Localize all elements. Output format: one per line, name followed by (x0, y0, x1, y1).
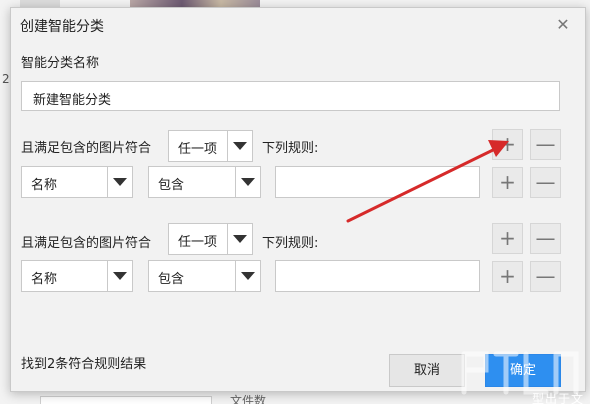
field-select-value: 名称 (31, 272, 58, 287)
rule-group-2-match-select[interactable]: 任一项 (168, 223, 253, 255)
remove-rule-group-button[interactable]: — (530, 129, 561, 160)
match-select-value: 任一项 (178, 142, 218, 157)
rule-group-1-suffix: 下列规则: (262, 141, 319, 156)
background-label: 文件数 (230, 394, 267, 404)
remove-rule-button[interactable]: — (530, 167, 561, 198)
rule-operator-select[interactable]: 包含 (148, 166, 261, 198)
background-side-text: 2 (2, 72, 10, 86)
result-count-text: 找到2条符合规则结果 (21, 357, 147, 372)
add-rule-group-button[interactable]: + (492, 129, 523, 160)
operator-select-value: 包含 (158, 178, 185, 193)
add-rule-button[interactable]: + (492, 261, 523, 292)
rule-field-select[interactable]: 名称 (21, 166, 133, 198)
rule-field-select[interactable]: 名称 (21, 260, 133, 292)
chevron-down-icon (227, 131, 252, 161)
chevron-down-icon (227, 224, 252, 254)
rule-group-2-prefix: 且满足包含的图片符合 (21, 236, 152, 251)
create-smart-category-dialog: 创建智能分类 ✕ 智能分类名称 新建智能分类 且满足包含的图片符合 任一项 下列… (10, 7, 586, 392)
category-name-value: 新建智能分类 (33, 93, 112, 108)
rule-group-2-suffix: 下列规则: (262, 236, 319, 251)
category-name-label: 智能分类名称 (21, 56, 100, 71)
rule-group-1-prefix: 且满足包含的图片符合 (21, 141, 152, 156)
rule-value-input[interactable] (275, 260, 480, 292)
chevron-down-icon (235, 167, 260, 197)
operator-select-value: 包含 (158, 272, 185, 287)
background-input (40, 396, 212, 404)
remove-rule-group-button[interactable]: — (530, 223, 561, 254)
match-select-value: 任一项 (178, 235, 218, 250)
field-select-value: 名称 (31, 178, 58, 193)
cancel-button[interactable]: 取消 (389, 354, 465, 387)
chevron-down-icon (235, 261, 260, 291)
add-rule-group-button[interactable]: + (492, 223, 523, 254)
rule-group-1-match-select[interactable]: 任一项 (168, 130, 253, 162)
add-rule-button[interactable]: + (492, 167, 523, 198)
rule-value-input[interactable] (275, 166, 480, 198)
remove-rule-button[interactable]: — (530, 261, 561, 292)
close-icon[interactable]: ✕ (554, 16, 572, 34)
watermark-text: 型出于文 (532, 392, 585, 404)
chevron-down-icon (107, 261, 132, 291)
rule-operator-select[interactable]: 包含 (148, 260, 261, 292)
chevron-down-icon (107, 167, 132, 197)
category-name-input[interactable]: 新建智能分类 (21, 81, 560, 111)
dialog-title: 创建智能分类 (20, 19, 104, 35)
